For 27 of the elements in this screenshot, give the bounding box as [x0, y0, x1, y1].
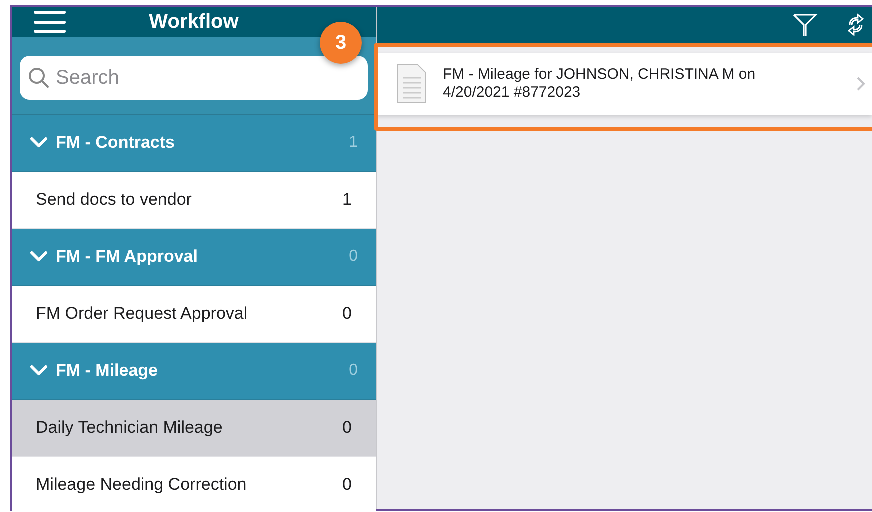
chevron-icon — [30, 365, 48, 377]
window-title: Workflow — [148, 10, 240, 35]
menu-button[interactable] — [34, 9, 66, 35]
group-label: FM - FM Approval — [56, 246, 199, 268]
group-count: 1 — [349, 133, 358, 153]
group-header[interactable]: FM - FM Approval 0 — [12, 229, 376, 286]
workflow-item[interactable]: Daily Technician Mileage 0 — [12, 400, 376, 457]
item-count: 1 — [342, 189, 352, 212]
group-header[interactable]: FM - Mileage 0 — [12, 343, 376, 400]
chevron-icon — [30, 137, 48, 149]
list-item[interactable]: FM - Mileage for JOHNSON, CHRISTINA M on 4/20/2021 #8772023 — [377, 53, 872, 115]
search-field[interactable]: Search — [20, 56, 368, 100]
group-count: 0 — [349, 361, 358, 381]
item-count: 0 — [342, 303, 352, 326]
group-header[interactable]: FM - Contracts 1 — [12, 115, 376, 172]
item-title: FM - Mileage for JOHNSON, CHRISTINA M on 4/20/2021 #8772023 — [443, 66, 757, 102]
group-label: FM - Mileage — [56, 360, 160, 382]
chevron-right-icon — [856, 76, 866, 92]
filter-icon[interactable] — [792, 13, 818, 37]
group-label: FM - Contracts — [56, 132, 176, 154]
search-icon — [28, 67, 50, 89]
chevron-icon — [30, 251, 48, 263]
item-count: 0 — [342, 474, 352, 496]
refresh-icon[interactable] — [846, 13, 866, 37]
item-count: 0 — [342, 417, 352, 440]
document-icon — [397, 64, 427, 104]
group-count: 0 — [349, 247, 358, 267]
